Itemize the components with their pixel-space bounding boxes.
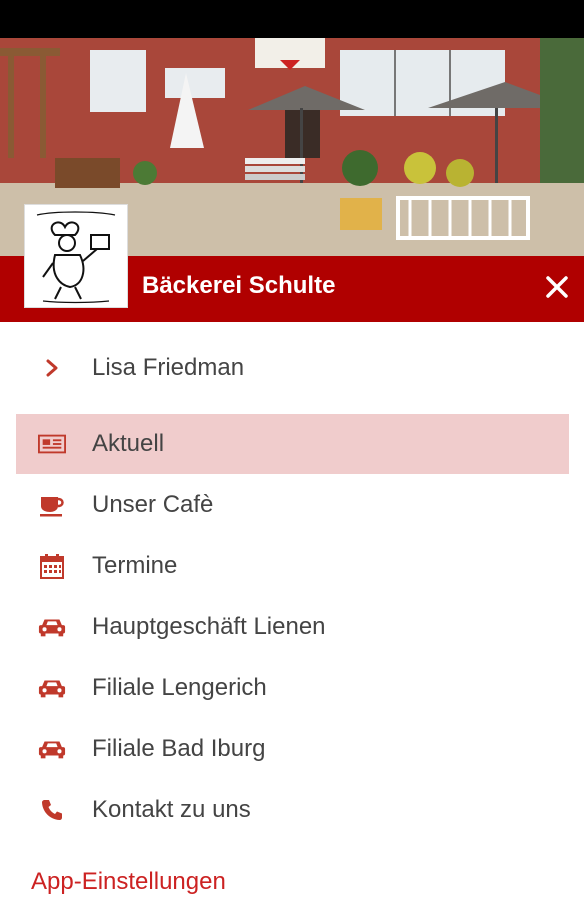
coffee-cup-icon (38, 491, 66, 519)
menu-item-aktuell[interactable]: Aktuell (16, 414, 569, 474)
bakery-logo (25, 205, 127, 307)
car-icon (38, 613, 66, 641)
calendar-icon (38, 552, 66, 580)
menu-item-label: Termine (92, 552, 178, 579)
menu-item-label: Unser Cafè (92, 491, 214, 518)
menu-item-label: Kontakt zu uns (92, 796, 251, 823)
app-title: Bäckerei Schulte (142, 272, 336, 299)
menu-item-label: Hauptgeschäft Lienen (92, 613, 326, 640)
status-bar (0, 0, 584, 38)
menu-item-label: Aktuell (92, 430, 165, 457)
user-name: Lisa Friedman (92, 354, 245, 381)
menu-item-label: Filiale Lengerich (92, 674, 267, 701)
app-settings-link[interactable]: App-Einstellungen (31, 868, 226, 896)
car-icon (38, 674, 66, 702)
menu-item-kontakt[interactable]: Kontakt zu uns (16, 780, 569, 840)
menu-item-filiale-bad-iburg[interactable]: Filiale Bad Iburg (16, 719, 569, 779)
menu-item-unser-cafe[interactable]: Unser Cafè (16, 475, 569, 535)
phone-icon (38, 796, 66, 824)
chevron-right-icon (38, 354, 66, 382)
newspaper-icon (38, 430, 66, 458)
menu-item-termine[interactable]: Termine (16, 536, 569, 596)
car-icon (38, 735, 66, 763)
menu-item-filiale-lengerich[interactable]: Filiale Lengerich (16, 658, 569, 718)
menu-item-label: Filiale Bad Iburg (92, 735, 266, 762)
close-icon[interactable] (544, 274, 570, 300)
menu-item-hauptgeschaeft-lienen[interactable]: Hauptgeschäft Lienen (16, 597, 569, 657)
user-row[interactable]: Lisa Friedman (16, 338, 569, 398)
